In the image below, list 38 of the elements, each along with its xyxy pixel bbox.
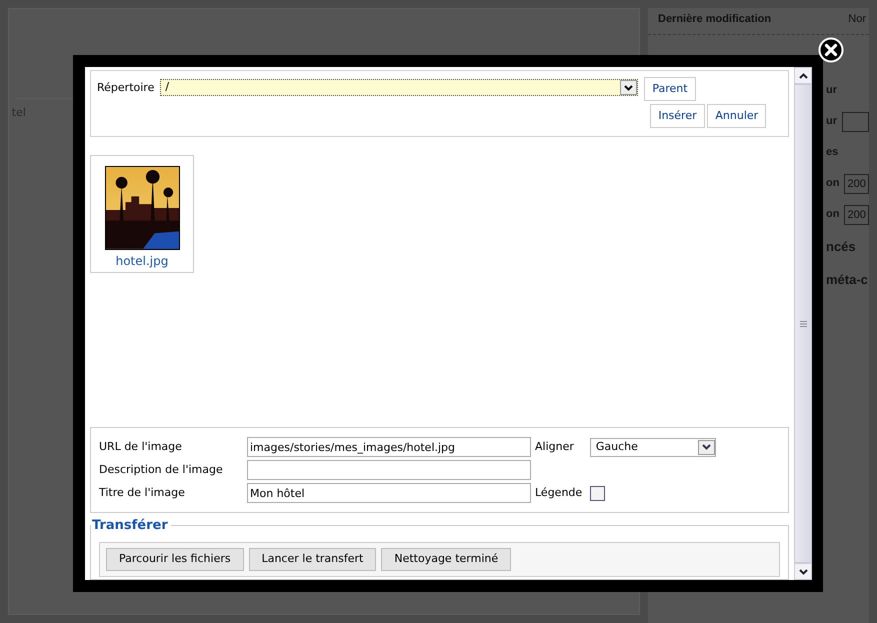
directory-label: Répertoire [97,80,154,96]
field-label: ur [826,83,837,98]
input-field[interactable] [842,112,869,132]
grip-icon [800,320,806,326]
upload-button[interactable]: Parcourir les fichiers [106,548,244,570]
scrollbar[interactable] [794,67,812,580]
field-label: Aligner [535,438,574,455]
section-heading: ncés [826,238,856,256]
field-label: Dernière modification [658,12,772,27]
field-label: ur [826,114,837,130]
field-label: on [826,207,840,222]
file-link[interactable]: hotel.jpg [116,252,168,270]
text-field[interactable]: Mon hôtel [247,483,531,503]
directory-select[interactable]: / [160,79,638,96]
field-value: Nor [848,12,866,27]
upload-button[interactable]: Nettoyage terminé [381,548,512,570]
scroll-down-icon [798,568,808,574]
select-value: Gauche [596,438,638,455]
upload-button[interactable]: Lancer le transfert [248,548,376,570]
caret-icon [624,84,634,90]
text-field[interactable]: images/stories/mes_images/hotel.jpg [247,437,531,457]
parent-button[interactable]: Parent [644,77,696,101]
field-label: URL de l'image [99,438,183,455]
section-heading: méta-c [826,270,868,289]
caret-icon [702,444,711,450]
cancel-button[interactable]: Annuler [707,104,766,128]
align-select[interactable]: Gauche [590,438,716,456]
caption-checkbox[interactable] [590,486,606,500]
field-label: Description de l'image [99,462,224,478]
field-label: Légende [535,484,582,501]
text-field[interactable] [247,460,531,480]
field-label: on [826,176,840,192]
field-label: Titre de l'image [99,484,186,501]
select-value: / [165,79,170,96]
scroll-up-icon [798,72,808,78]
insert-button[interactable]: Insérer [650,104,705,128]
field-label: es [826,145,838,160]
image-thumbnail[interactable]: hotel.jpg [90,155,194,273]
